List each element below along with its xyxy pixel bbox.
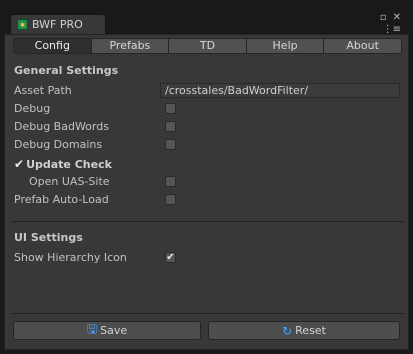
update-check-toggle[interactable]: ✔ Update Check <box>14 157 112 171</box>
close-icon[interactable]: ✕ <box>393 12 401 23</box>
tab-about[interactable]: About <box>324 38 402 54</box>
tab-prefabs[interactable]: Prefabs <box>91 38 170 54</box>
tab-config[interactable]: Config <box>13 38 92 54</box>
reset-button[interactable]: ↻ Reset <box>208 321 400 340</box>
reset-button-label: Reset <box>295 324 326 337</box>
debug-domains-checkbox[interactable] <box>165 139 176 150</box>
restore-icon[interactable]: ▫ <box>380 12 387 23</box>
window-tab-title: BWF PRO <box>32 18 83 31</box>
editor-panel: Config Prefabs TD Help About General Set… <box>4 34 409 350</box>
update-check-checkmark-icon: ✔ <box>14 157 25 171</box>
debug-domains-label: Debug Domains <box>14 138 103 151</box>
prefab-autoload-checkbox[interactable] <box>165 194 176 205</box>
asset-path-label: Asset Path <box>14 84 72 97</box>
show-hierarchy-icon-label: Show Hierarchy Icon <box>14 251 127 264</box>
update-check-label: Update Check <box>26 157 112 171</box>
tab-td[interactable]: TD <box>169 38 247 54</box>
save-button[interactable]: 🖫 Save <box>13 321 201 340</box>
asset-path-field[interactable]: /crosstales/BadWordFilter/ <box>160 83 400 98</box>
open-uas-site-checkbox[interactable] <box>165 176 176 187</box>
general-settings-title: General Settings <box>14 64 119 77</box>
window-tab-strip: ✱ BWF PRO ▫ ✕ ⋮≡ <box>0 0 413 35</box>
floppy-disk-icon: 🖫 <box>86 322 98 336</box>
prefab-autoload-label: Prefab Auto-Load <box>14 193 109 206</box>
save-button-label: Save <box>100 324 128 337</box>
footer-divider <box>11 313 404 314</box>
tab-help[interactable]: Help <box>246 38 325 54</box>
toolbar-tabs: Config Prefabs TD Help About <box>13 38 402 54</box>
debug-badwords-label: Debug BadWords <box>14 120 109 133</box>
window-controls: ▫ ✕ <box>380 12 401 23</box>
ui-settings-title: UI Settings <box>14 231 83 244</box>
debug-checkbox[interactable] <box>165 103 176 114</box>
debug-badwords-checkbox[interactable] <box>165 121 176 132</box>
debug-label: Debug <box>14 102 51 115</box>
window-tab-bwf-pro[interactable]: ✱ BWF PRO <box>10 14 106 34</box>
show-hierarchy-icon-checkbox[interactable]: ✔ <box>165 252 176 263</box>
section-divider <box>11 221 404 222</box>
reset-arrow-icon: ↻ <box>282 323 293 338</box>
bwf-logo-icon: ✱ <box>17 19 28 30</box>
open-uas-site-label: Open UAS-Site <box>29 175 110 188</box>
